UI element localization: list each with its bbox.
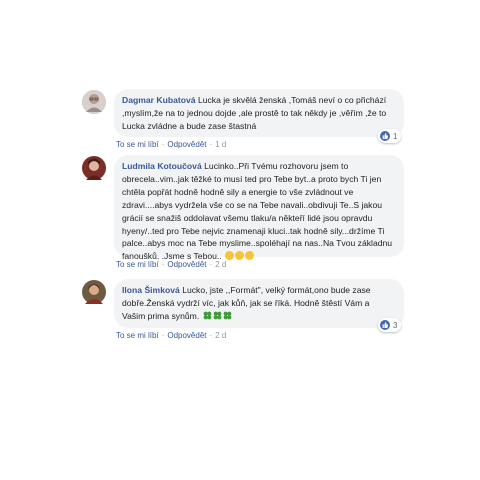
comment-bubble: Dagmar Kubatová Lucka je skvělá ženská ,…	[114, 89, 404, 137]
avatar[interactable]	[82, 90, 106, 114]
reaction-count: 1	[393, 131, 398, 141]
comment-actions: To se mi líbí · Odpovědět · 2 d	[116, 331, 227, 340]
emoji-row	[224, 251, 255, 261]
comment-text: Lucinko..Při Tvému rozhovoru jsem to obr…	[122, 161, 393, 262]
clover-icon	[213, 311, 221, 320]
author-name[interactable]: Dagmar Kubatová	[122, 95, 196, 105]
avatar[interactable]	[82, 280, 106, 304]
reaction-badge[interactable]: 1	[378, 129, 402, 143]
author-name[interactable]: Ludmila Kotoučová	[122, 161, 202, 171]
avatar-woman-outdoor-icon	[82, 280, 106, 304]
avatar[interactable]	[82, 156, 106, 180]
clover-icon	[223, 311, 231, 320]
reaction-badge[interactable]: 3	[378, 318, 402, 332]
timestamp[interactable]: 2 d	[215, 331, 226, 340]
avatar-woman-glasses-icon	[82, 90, 106, 114]
comment-bubble: Ilona Šimková Lucko, jste ,,Formát", vel…	[114, 279, 404, 328]
avatar-woman-dark-hair-icon	[82, 156, 106, 180]
grinning-face-icon	[235, 251, 245, 261]
like-link[interactable]: To se mi líbí	[116, 331, 159, 340]
comment-bubble: Ludmila Kotoučová Lucinko..Při Tvému roz…	[114, 155, 404, 261]
like-icon	[380, 320, 390, 330]
like-link[interactable]: To se mi líbí	[116, 140, 159, 149]
timestamp[interactable]: 2 d	[215, 260, 226, 269]
like-icon	[380, 131, 390, 141]
emoji-row	[202, 311, 232, 321]
comment-actions: To se mi líbí · Odpovědět · 2 d	[116, 260, 227, 269]
reply-link[interactable]: Odpovědět	[167, 331, 206, 340]
grinning-face-icon	[245, 251, 255, 261]
reaction-count: 3	[393, 320, 398, 330]
author-name[interactable]: Ilona Šimková	[122, 285, 180, 295]
comment-actions: To se mi líbí · Odpovědět · 1 d	[116, 140, 227, 149]
like-link[interactable]: To se mi líbí	[116, 260, 159, 269]
clover-icon	[203, 311, 211, 320]
reply-link[interactable]: Odpovědět	[167, 140, 206, 149]
reply-link[interactable]: Odpovědět	[167, 260, 206, 269]
timestamp[interactable]: 1 d	[215, 140, 226, 149]
grinning-face-icon	[225, 251, 235, 261]
